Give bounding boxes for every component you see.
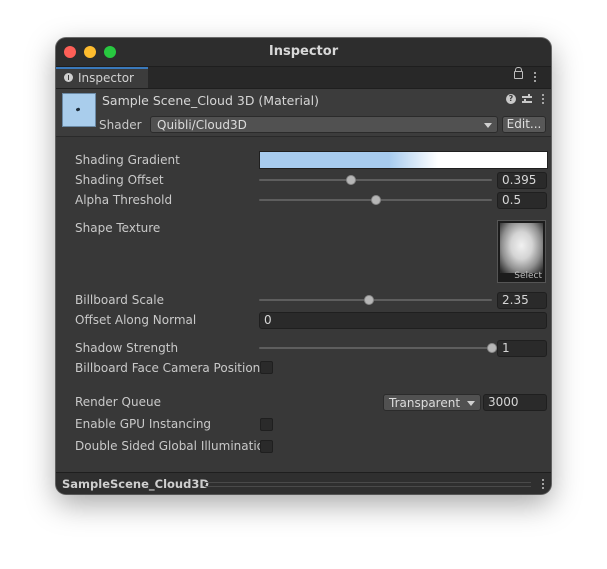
shape-texture-preview <box>500 223 543 273</box>
title-bar: Inspector <box>56 38 551 67</box>
billboard-scale-slider[interactable] <box>259 299 492 301</box>
shader-dropdown[interactable]: Quibli/Cloud3D <box>150 116 498 133</box>
info-icon <box>64 73 73 82</box>
shader-value: Quibli/Cloud3D <box>157 118 247 132</box>
tab-label: Inspector <box>78 71 134 85</box>
footer-title: SampleScene_Cloud3D <box>62 477 209 491</box>
shading-gradient-field[interactable] <box>259 151 548 169</box>
double-sided-gi-checkbox[interactable] <box>260 440 273 453</box>
chevron-down-icon <box>467 401 475 406</box>
gpu-instancing-label: Enable GPU Instancing <box>75 417 212 431</box>
more-icon[interactable] <box>534 72 536 82</box>
render-queue-label: Render Queue <box>75 395 161 409</box>
billboard-face-camera-label: Billboard Face Camera Position <box>75 361 261 375</box>
shape-texture-label: Shape Texture <box>75 221 161 235</box>
texture-select-button[interactable]: Select <box>514 271 542 281</box>
help-icon[interactable]: ? <box>506 94 516 104</box>
material-thumbnail[interactable] <box>62 93 96 127</box>
offset-along-normal-field[interactable]: 0 <box>259 312 547 329</box>
shadow-strength-label: Shadow Strength <box>75 341 179 355</box>
alpha-threshold-label: Alpha Threshold <box>75 193 173 207</box>
shading-gradient-label: Shading Gradient <box>75 153 180 167</box>
edit-shader-button[interactable]: Edit... <box>502 116 546 133</box>
tab-bar: Inspector <box>56 67 551 89</box>
render-queue-dropdown[interactable]: Transparent <box>383 394 481 411</box>
lock-icon[interactable] <box>514 67 523 79</box>
render-queue-field[interactable]: 3000 <box>483 394 547 411</box>
billboard-scale-label: Billboard Scale <box>75 293 164 307</box>
window-title: Inspector <box>268 44 339 59</box>
footer-divider <box>204 482 531 487</box>
more-icon[interactable] <box>542 94 544 104</box>
chevron-down-icon <box>484 123 492 128</box>
inspector-window: Inspector Inspector Sample Scene_Cloud 3… <box>56 38 551 494</box>
shading-offset-field[interactable]: 0.395 <box>497 172 547 189</box>
billboard-scale-slider-thumb[interactable] <box>364 295 374 305</box>
gpu-instancing-checkbox[interactable] <box>260 418 273 431</box>
shading-offset-slider[interactable] <box>259 179 492 181</box>
shading-offset-slider-thumb[interactable] <box>346 175 357 185</box>
shadow-strength-field[interactable]: 1 <box>497 340 547 357</box>
alpha-threshold-field[interactable]: 0.5 <box>497 192 547 209</box>
material-header: Sample Scene_Cloud 3D (Material) ? Shade… <box>56 89 551 137</box>
alpha-threshold-slider-thumb[interactable] <box>370 195 381 205</box>
preset-icon[interactable] <box>522 94 532 104</box>
tab-inspector[interactable]: Inspector <box>56 67 148 88</box>
offset-along-normal-label: Offset Along Normal <box>75 313 197 327</box>
shader-label: Shader <box>99 118 142 132</box>
billboard-scale-field[interactable]: 2.35 <box>497 292 547 309</box>
shadow-strength-slider[interactable] <box>259 347 492 349</box>
material-name: Sample Scene_Cloud 3D (Material) <box>102 93 319 108</box>
billboard-face-camera-checkbox[interactable] <box>260 361 273 374</box>
footer-bar: SampleScene_Cloud3D <box>56 472 551 494</box>
more-icon[interactable] <box>542 479 544 489</box>
shading-offset-label: Shading Offset <box>75 173 164 187</box>
double-sided-gi-label: Double Sided Global Illumination <box>75 439 272 453</box>
shape-texture-slot[interactable]: Select <box>497 220 546 283</box>
render-queue-mode: Transparent <box>389 396 461 410</box>
shadow-strength-slider-thumb[interactable] <box>487 343 497 353</box>
